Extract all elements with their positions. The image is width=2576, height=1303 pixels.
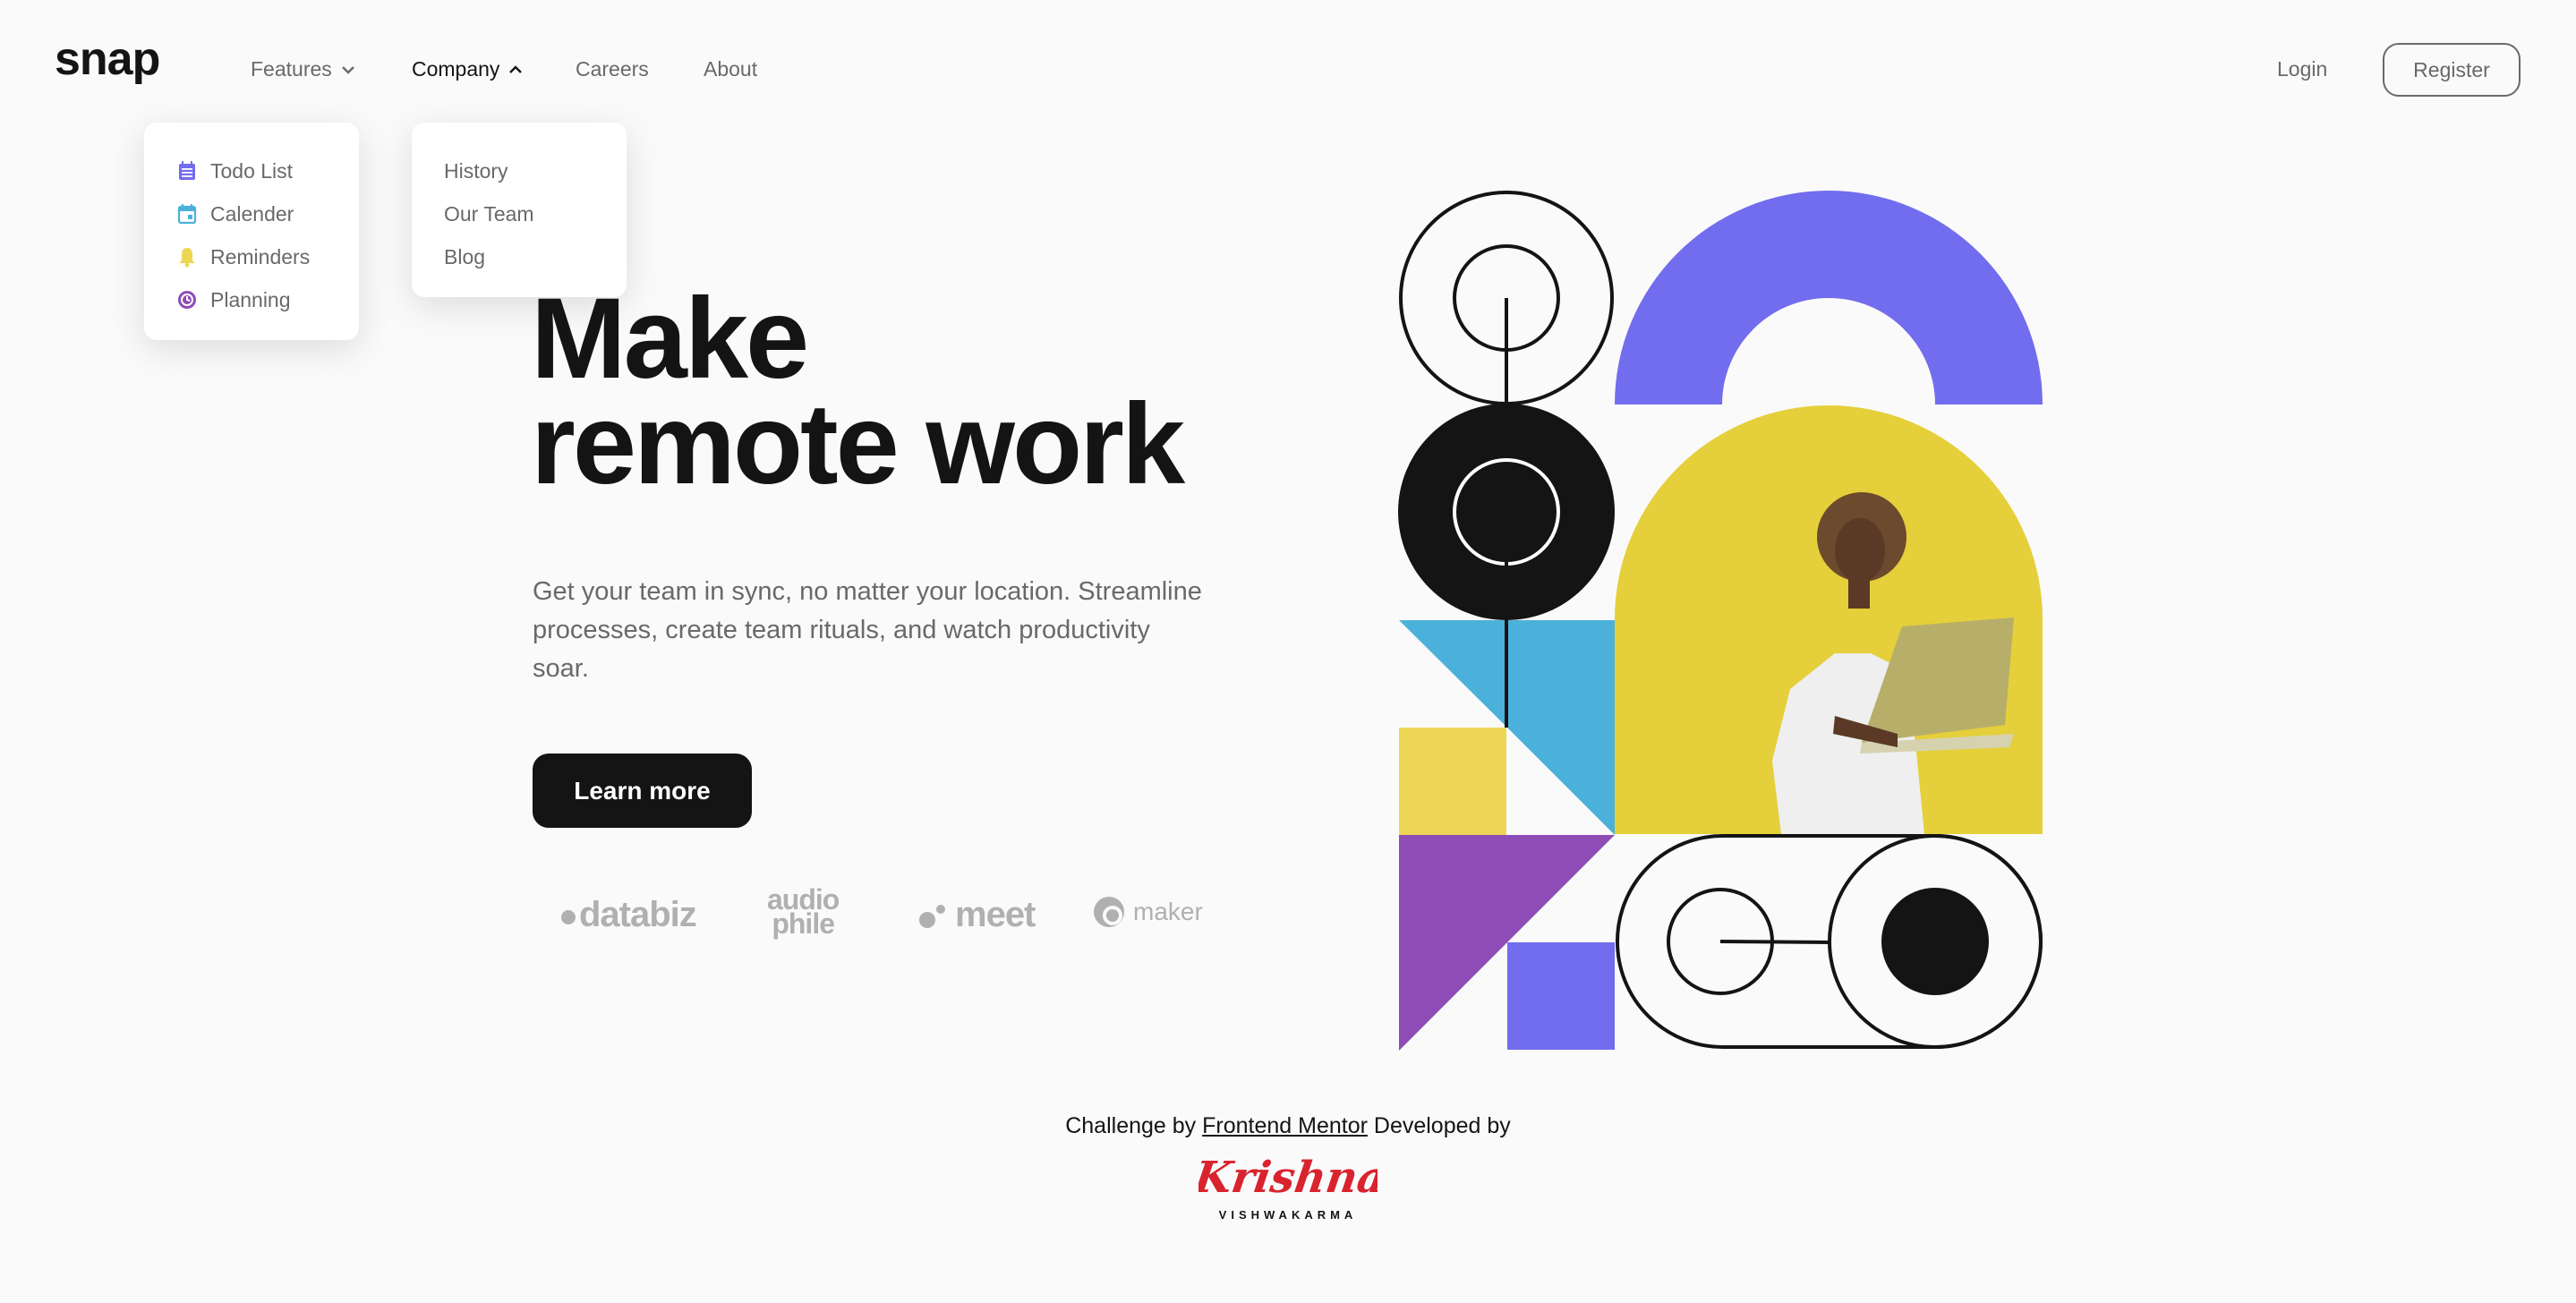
person-photo xyxy=(1615,405,2043,834)
dropdown-item-reminders[interactable]: Reminders xyxy=(176,235,359,278)
nav-about[interactable]: About xyxy=(704,57,757,81)
svg-text:Krishna: Krishna xyxy=(1198,1153,1378,1203)
company-dropdown: History Our Team Blog xyxy=(412,123,627,297)
learn-more-button[interactable]: Learn more xyxy=(533,754,752,828)
login-link[interactable]: Login xyxy=(2277,57,2327,81)
hero-title-line-1: Make xyxy=(531,275,809,403)
nav-features[interactable]: Features xyxy=(251,57,355,81)
purple-arch-shape xyxy=(1615,191,2043,405)
databiz-logo: databiz xyxy=(559,895,697,935)
dropdown-item-planning[interactable]: Planning xyxy=(176,278,359,321)
blue-small-triangle-shape xyxy=(1399,620,1506,727)
nav-careers[interactable]: Careers xyxy=(576,57,649,81)
meet-dots-icon xyxy=(919,904,945,928)
dropdown-item-todo-list[interactable]: Todo List xyxy=(176,149,359,192)
dropdown-item-label: Reminders xyxy=(210,244,311,268)
snap-logo[interactable]: snap xyxy=(55,36,160,82)
databiz-dot-icon xyxy=(561,909,576,924)
dropdown-item-blog[interactable]: Blog xyxy=(444,235,627,278)
hero-illustration xyxy=(1398,191,2043,1051)
attribution-suffix: Developed by xyxy=(1373,1113,1511,1138)
concentric-rings-shape xyxy=(1399,191,1614,407)
meet-wordmark: meet xyxy=(955,895,1036,934)
maker-wordmark: maker xyxy=(1133,898,1203,925)
dropdown-item-history[interactable]: History xyxy=(444,149,627,192)
yellow-square-shape xyxy=(1399,728,1506,835)
dropdown-item-label: Planning xyxy=(210,287,291,311)
chevron-up-icon xyxy=(509,64,523,73)
dropdown-item-label: Calender xyxy=(210,201,294,226)
purple-square-shape xyxy=(1507,942,1615,1050)
dropdown-item-calender[interactable]: Calender xyxy=(176,192,359,235)
blue-square-triangle-shape xyxy=(1506,620,1615,835)
nav-features-label: Features xyxy=(251,57,332,81)
pill-toggle-shape xyxy=(1616,834,2043,1049)
dropdown-item-our-team[interactable]: Our Team xyxy=(444,192,627,235)
nav-company-label: Company xyxy=(412,57,500,81)
maker-logo: maker xyxy=(1092,895,1203,929)
audiophile-logo: audio phile xyxy=(767,885,840,940)
bell-icon xyxy=(179,248,195,268)
databiz-wordmark: databiz xyxy=(579,895,697,934)
client-logos: databiz audio phile meet maker xyxy=(533,885,1231,949)
clock-icon xyxy=(178,291,196,309)
meet-logo: meet xyxy=(917,895,1036,935)
nav-company[interactable]: Company xyxy=(412,57,523,81)
chevron-down-icon xyxy=(341,65,354,74)
maker-swirl-icon xyxy=(1094,897,1124,927)
krishna-signature-logo: Krishna VISHWAKARMA xyxy=(1198,1153,1378,1222)
register-button[interactable]: Register xyxy=(2383,43,2521,97)
dropdown-item-label: Todo List xyxy=(210,158,294,183)
hero-title: Make remote work xyxy=(531,275,1185,508)
features-dropdown: Todo List Calender Reminders Planning xyxy=(144,123,359,340)
svg-text:VISHWAKARMA: VISHWAKARMA xyxy=(1219,1208,1358,1222)
calendar-list-icon xyxy=(179,161,195,180)
frontend-mentor-link[interactable]: Frontend Mentor xyxy=(1202,1113,1368,1138)
audiophile-wordmark-bottom: phile xyxy=(772,907,835,940)
attribution-prefix: Challenge by xyxy=(1065,1113,1197,1138)
hero-description: Get your team in sync, no matter your lo… xyxy=(533,577,1202,683)
hero-title-line-2: remote work xyxy=(531,380,1185,508)
calendar-icon xyxy=(177,204,197,225)
attribution: Challenge by Frontend Mentor Developed b… xyxy=(0,1113,2576,1139)
